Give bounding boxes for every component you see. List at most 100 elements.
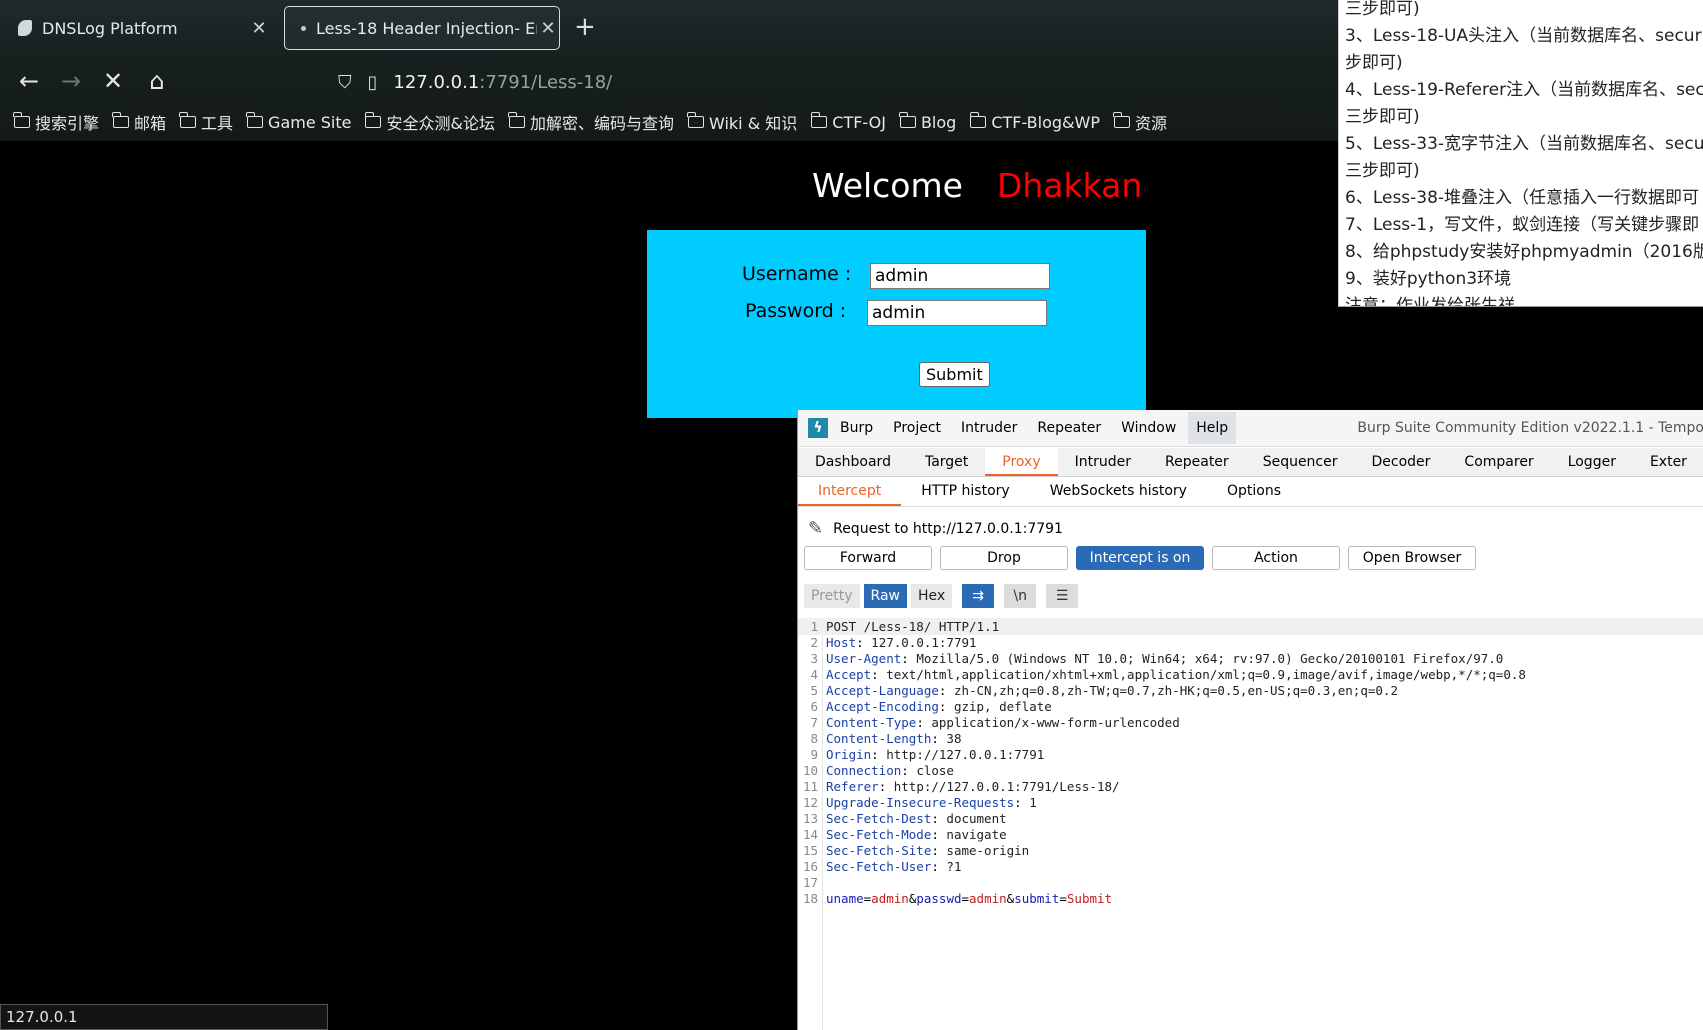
welcome-heading: Welcome Dhakkan: [812, 166, 1142, 205]
intercept-actions: Forward Drop Intercept is on Action Open…: [804, 546, 1476, 570]
username-input[interactable]: [870, 263, 1050, 289]
bookmark-label: Blog: [920, 112, 957, 132]
action-button[interactable]: Action: [1212, 546, 1340, 570]
tab-target[interactable]: Target: [908, 448, 985, 476]
param-value: Submit: [1066, 891, 1113, 906]
drop-button[interactable]: Drop: [940, 546, 1068, 570]
bookmark-folder[interactable]: CTF-Blog&WP: [969, 112, 1100, 132]
menu-burp[interactable]: Burp: [840, 420, 873, 436]
home-button[interactable]: ⌂: [140, 64, 174, 98]
note-line: 4、Less-19-Referer注入（当前数据库名、sec: [1345, 80, 1703, 100]
menu-window[interactable]: Window: [1121, 420, 1176, 436]
stop-button[interactable]: ✕: [96, 64, 130, 98]
tab-sequencer[interactable]: Sequencer: [1246, 448, 1355, 476]
header-key: User-Agent: [826, 651, 902, 666]
bookmark-folder[interactable]: 工具: [179, 110, 233, 134]
tab-decoder[interactable]: Decoder: [1355, 448, 1448, 476]
bookmark-folder[interactable]: Blog: [899, 112, 957, 132]
tab-less18[interactable]: Less-18 Header Injection- Err ✕: [284, 6, 560, 50]
note-line: 5、Less-33-宽字节注入（当前数据库名、secu: [1345, 134, 1703, 154]
folder-icon: [508, 112, 525, 128]
tab-comparer[interactable]: Comparer: [1447, 448, 1550, 476]
login-form: Username : Password : Submit: [647, 230, 1146, 418]
request-editor[interactable]: 1 POST /Less-18/ HTTP/1.1 2 Host: 127.0.0.…: [798, 618, 1703, 1030]
header-key: Sec-Fetch-Dest: [826, 811, 932, 826]
shield-icon[interactable]: ⛉: [338, 72, 352, 93]
back-button[interactable]: ←: [12, 64, 46, 98]
bookmark-folder[interactable]: CTF-OJ: [810, 112, 886, 132]
header-key: Referer: [826, 779, 879, 794]
burp-window: ϟ Burp Project Intruder Repeater Window …: [797, 410, 1703, 1030]
password-input[interactable]: [867, 300, 1047, 326]
intercept-toggle-button[interactable]: Intercept is on: [1076, 546, 1204, 570]
folder-icon: [687, 112, 704, 128]
menu-repeater[interactable]: Repeater: [1037, 420, 1101, 436]
hex-button[interactable]: Hex: [910, 584, 953, 608]
header-value: navigate: [946, 827, 1007, 842]
folder-icon: [13, 112, 30, 128]
open-browser-button[interactable]: Open Browser: [1348, 546, 1476, 570]
subtab-http-history[interactable]: HTTP history: [901, 478, 1029, 506]
close-tab-icon[interactable]: ✕: [537, 18, 559, 39]
tab-proxy[interactable]: Proxy: [985, 448, 1058, 476]
forward-button[interactable]: →: [54, 64, 88, 98]
tab-intruder[interactable]: Intruder: [1058, 448, 1148, 476]
subtab-intercept[interactable]: Intercept: [798, 478, 902, 506]
header-key: Accept: [826, 667, 872, 682]
bookmark-folder[interactable]: Game Site: [246, 112, 352, 132]
new-tab-button[interactable]: +: [574, 12, 596, 42]
header-line: 13 Sec-Fetch-Dest: document: [802, 811, 1007, 826]
note-line: 注意：作业发给张生祥: [1345, 296, 1515, 307]
url-bar[interactable]: ⛉ ▯ 127.0.0.1 :7791/Less-18/: [338, 65, 1338, 99]
header-value: application/x-www-form-urlencoded: [931, 715, 1180, 730]
bookmark-folder[interactable]: 邮箱: [112, 110, 166, 134]
subtab-websockets-history[interactable]: WebSockets history: [1030, 478, 1207, 506]
header-line: 6 Accept-Encoding: gzip, deflate: [810, 699, 1052, 714]
tab-dnslog[interactable]: DNSLog Platform ✕: [8, 6, 270, 50]
request-line-text: POST /Less-18/ HTTP/1.1: [826, 619, 1000, 634]
bookmark-folder[interactable]: 加解密、编码与查询: [508, 110, 674, 134]
header-line: 15 Sec-Fetch-Site: same-origin: [802, 843, 1030, 858]
header-line: 2 Host: 127.0.0.1:7791: [810, 635, 977, 650]
bookmark-label: 搜索引擎: [35, 114, 100, 133]
header-line: 5 Accept-Language: zh-CN,zh;q=0.8,zh-TW;q…: [810, 683, 1398, 698]
forward-button[interactable]: Forward: [804, 546, 932, 570]
raw-button[interactable]: Raw: [863, 584, 907, 608]
bookmark-folder[interactable]: Wiki & 知识: [687, 110, 797, 134]
header-key: Upgrade-Insecure-Requests: [826, 795, 1015, 810]
bookmark-label: Game Site: [268, 112, 352, 132]
bookmark-label: 安全众测&论坛: [386, 114, 495, 133]
close-tab-icon[interactable]: ✕: [248, 18, 270, 39]
menu-help[interactable]: Help: [1188, 412, 1237, 444]
folder-icon: [364, 112, 382, 128]
submit-button[interactable]: Submit: [919, 362, 990, 387]
pencil-icon[interactable]: ✎: [808, 518, 823, 539]
param-value: admin: [969, 891, 1007, 906]
tab-repeater[interactable]: Repeater: [1148, 448, 1246, 476]
menu-icon[interactable]: ☰: [1046, 584, 1079, 608]
param-value: admin: [871, 891, 909, 906]
subtab-options[interactable]: Options: [1207, 478, 1301, 506]
header-line: 16 Sec-Fetch-User: ?1: [802, 859, 962, 874]
menu-project[interactable]: Project: [893, 420, 941, 436]
header-value: 38: [946, 731, 962, 746]
tab-logger[interactable]: Logger: [1551, 448, 1633, 476]
folder-icon: [246, 112, 264, 128]
wrap-lines-icon[interactable]: ⇉: [962, 584, 995, 608]
header-key: Host: [826, 635, 857, 650]
tab-extender[interactable]: Exter: [1633, 448, 1703, 476]
header-line: 9 Origin: http://127.0.0.1:7791: [810, 747, 1045, 762]
page-icon: ▯: [367, 71, 378, 93]
header-line: 7 Content-Type: application/x-www-form-ur…: [810, 715, 1180, 730]
welcome-text: Welcome: [812, 166, 963, 205]
pretty-button[interactable]: Pretty: [804, 584, 860, 608]
bookmark-folder[interactable]: 安全众测&论坛: [364, 110, 495, 134]
tab-dashboard[interactable]: Dashboard: [798, 448, 908, 476]
header-key: Accept-Encoding: [826, 699, 939, 714]
note-line: 6、Less-38-堆叠注入（任意插入一行数据即可: [1345, 188, 1700, 208]
bookmark-folder[interactable]: 资源: [1113, 110, 1167, 134]
show-newlines-icon[interactable]: \n: [1004, 584, 1037, 608]
note-line: 三步即可): [1345, 161, 1420, 181]
bookmark-folder[interactable]: 搜索引擎: [13, 110, 100, 134]
menu-intruder[interactable]: Intruder: [961, 420, 1017, 436]
